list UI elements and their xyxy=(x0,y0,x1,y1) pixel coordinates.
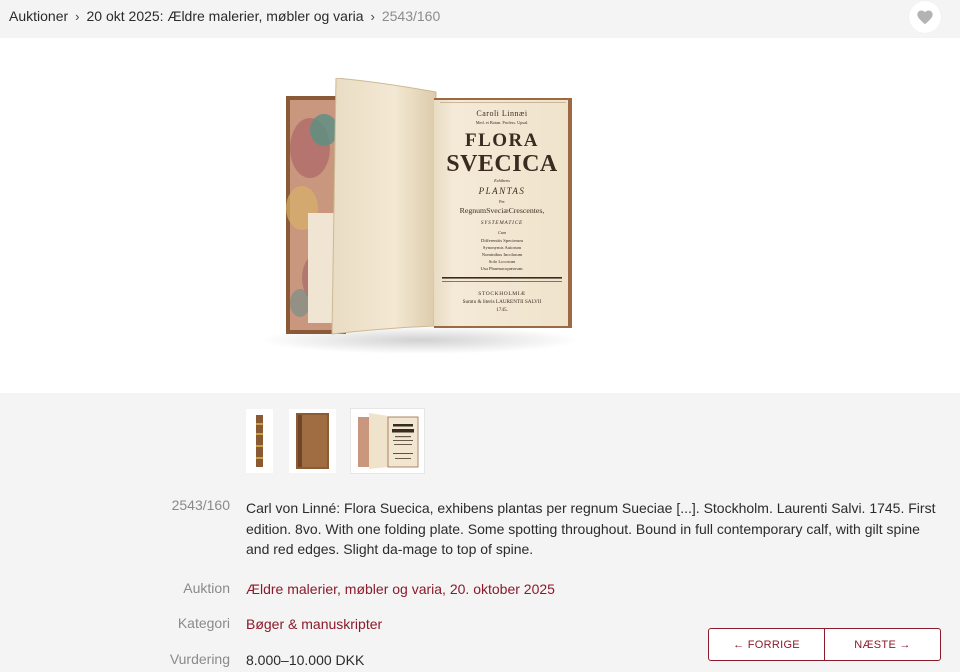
title-year: 1745. xyxy=(496,307,508,313)
favorite-button[interactable] xyxy=(909,1,941,33)
main-book-image: Caroli Linnæi Med. et Botan. Profess. Up… xyxy=(260,78,580,354)
kategori-label: Kategori xyxy=(177,615,230,631)
title-author: Caroli Linnæi xyxy=(476,109,527,118)
breadcrumb-auction[interactable]: 20 okt 2025: Ældre malerier, møbler og v… xyxy=(87,8,364,24)
title-plantas: PLANTAS xyxy=(478,186,526,196)
title-line-5: Usu Pharmacopæorum. xyxy=(480,266,523,271)
kategori-link[interactable]: Bøger & manuskripter xyxy=(246,616,382,632)
auktion-link[interactable]: Ældre malerier, møbler og varia, 20. okt… xyxy=(246,581,555,597)
breadcrumb-auktioner[interactable]: Auktioner xyxy=(9,8,68,24)
main-image-area[interactable]: Caroli Linnæi Med. et Botan. Profess. Up… xyxy=(0,38,960,393)
title-flora: FLORA xyxy=(465,130,539,151)
top-bar: Auktioner › 20 okt 2025: Ældre malerier, m… xyxy=(0,0,960,38)
breadcrumb-current: 2543/160 xyxy=(381,8,441,24)
vurdering-value: 8.000–10.000 DKK xyxy=(246,652,365,668)
title-line-4: Solo Locorum xyxy=(489,259,516,264)
title-systematice: SYSTEMATICE xyxy=(481,220,523,226)
breadcrumb-separator: › xyxy=(370,9,375,24)
thumbnail-cover[interactable] xyxy=(289,409,336,473)
title-author-sub: Med. et Botan. Profess. Upsal. xyxy=(476,120,529,125)
title-cum: Cum xyxy=(498,230,506,235)
heart-icon xyxy=(917,10,933,25)
thumbnail-strip xyxy=(0,408,960,475)
lot-number-label: 2543/160 xyxy=(171,497,230,513)
lot-description: Carl von Linné: Flora Suecica, exhibens … xyxy=(246,500,936,557)
previous-button[interactable]: ← FORRIGE xyxy=(709,629,824,660)
vurdering-label: Vurdering xyxy=(169,651,230,667)
lot-navigation: ← FORRIGE NÆSTE → xyxy=(708,628,941,661)
breadcrumb: Auktioner › 20 okt 2025: Ældre malerier, m… xyxy=(9,7,440,26)
next-button[interactable]: NÆSTE → xyxy=(824,629,940,660)
title-regnum: RegnumSveciæCrescentes, xyxy=(460,206,545,215)
thumbnail-spine[interactable] xyxy=(246,409,273,473)
breadcrumb-separator: › xyxy=(75,9,80,24)
auktion-label: Auktion xyxy=(183,580,230,596)
title-printer: Sumtu & literis LAURENTII SALVII xyxy=(463,299,542,305)
title-line-2: Synonymis Autorum xyxy=(483,245,522,250)
title-exhibens: Exhibens xyxy=(493,178,510,183)
thumbnail-title-page[interactable] xyxy=(350,408,425,474)
title-per: Per xyxy=(499,199,505,204)
title-line-3: Nominibus Incolarum xyxy=(482,252,523,257)
title-line-1: Differentiis Specierum xyxy=(481,238,523,243)
title-place: STOCKHOLMIÆ xyxy=(478,291,525,297)
title-svecica: SVECICA xyxy=(446,151,558,177)
